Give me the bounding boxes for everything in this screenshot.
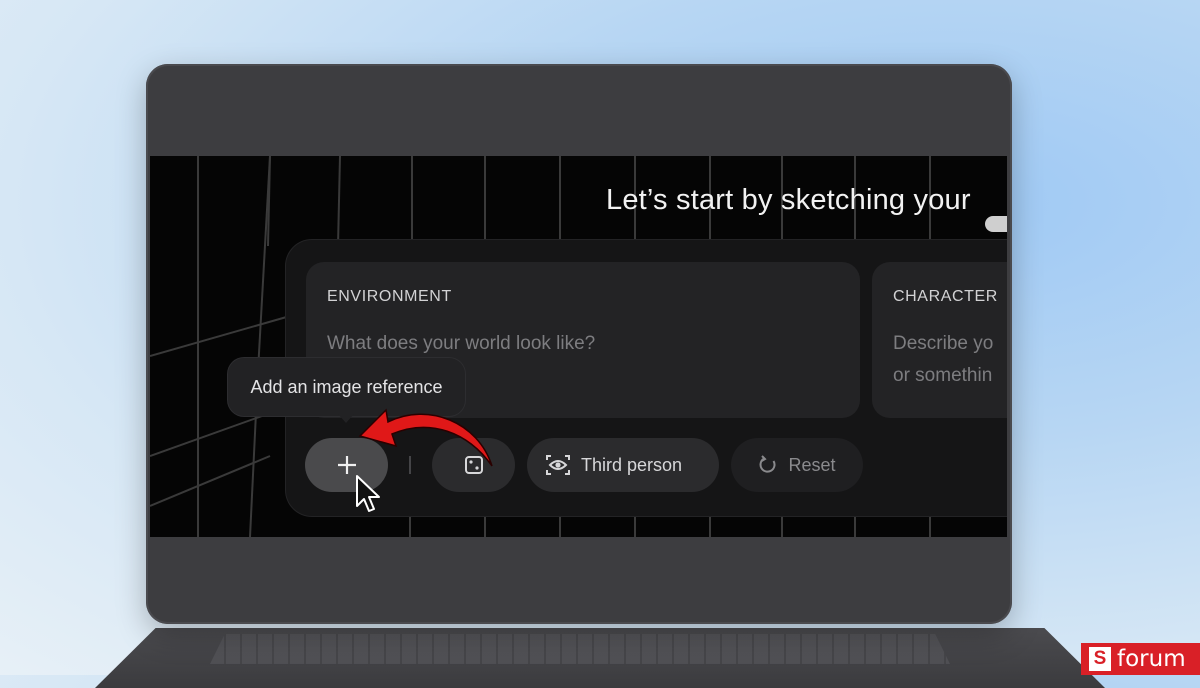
character-input[interactable]: Describe yo or somethin bbox=[893, 328, 1007, 392]
laptop-keyboard bbox=[210, 634, 950, 664]
forum-logo-icon: S bbox=[1089, 647, 1111, 671]
reset-button[interactable]: Reset bbox=[731, 438, 863, 492]
character-title: CHARACTER bbox=[893, 288, 998, 305]
character-placeholder-line1: Describe yo bbox=[893, 333, 994, 354]
toggle-switch[interactable] bbox=[985, 216, 1007, 232]
eye-scan-icon bbox=[545, 454, 571, 476]
third-person-label: Third person bbox=[581, 454, 683, 475]
reset-label: Reset bbox=[788, 454, 836, 475]
character-card[interactable]: CHARACTER Describe yo or somethin bbox=[872, 262, 1007, 418]
app-screen: Let’s start by sketching your ENVIRONMEN… bbox=[150, 156, 1007, 537]
page-headline: Let’s start by sketching your bbox=[606, 184, 971, 216]
refresh-icon bbox=[758, 455, 778, 475]
third-person-button[interactable]: Third person bbox=[527, 438, 719, 492]
annotation-arrow-icon bbox=[358, 408, 493, 467]
forum-watermark: S forum bbox=[1081, 643, 1200, 675]
mouse-cursor-icon bbox=[356, 475, 380, 512]
environment-title: ENVIRONMENT bbox=[327, 288, 452, 305]
character-placeholder-line2: or somethin bbox=[893, 365, 993, 386]
forum-text: forum bbox=[1117, 646, 1186, 672]
environment-input[interactable]: What does your world look like? bbox=[327, 328, 847, 360]
